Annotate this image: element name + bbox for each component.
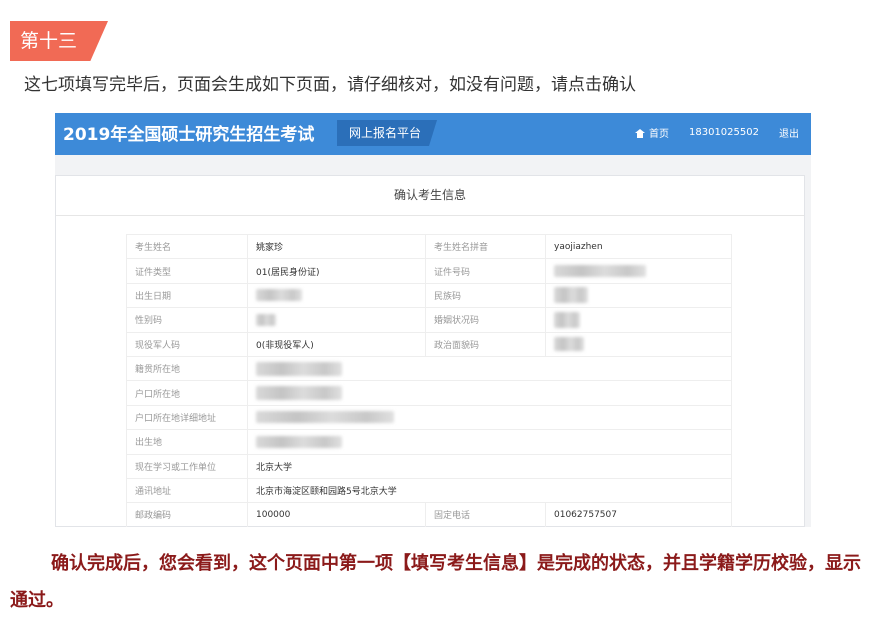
table-row: 籍贯所在地	[126, 355, 732, 382]
site-header: 2019年全国硕士研究生招生考试 网上报名平台 首页 18301025502 退…	[55, 113, 811, 155]
field-value-redacted	[247, 380, 732, 406]
field-label: 籍贯所在地	[126, 355, 248, 382]
registration-screenshot: 2019年全国硕士研究生招生考试 网上报名平台 首页 18301025502 退…	[55, 113, 811, 527]
redaction-blur	[256, 411, 394, 424]
redaction-blur	[554, 287, 588, 304]
step-badge: 第十三	[10, 21, 108, 61]
field-label: 现役军人码	[126, 331, 248, 357]
field-value: 100000	[247, 502, 426, 527]
field-value: 姚家珍	[247, 233, 426, 260]
redaction-blur	[256, 386, 342, 401]
field-label: 现在学习或工作单位	[126, 453, 248, 479]
field-label: 民族码	[425, 282, 546, 309]
field-label: 邮政编码	[126, 502, 248, 527]
field-value: 01062757507	[545, 502, 732, 527]
home-icon	[635, 129, 645, 138]
header-nav: 首页 18301025502 退出	[635, 125, 799, 140]
field-label: 通讯地址	[126, 477, 248, 504]
field-label: 户口所在地	[126, 380, 248, 406]
redaction-blur	[554, 311, 580, 328]
table-row: 现在学习或工作单位 北京大学	[126, 453, 732, 479]
field-label: 考生姓名拼音	[425, 233, 546, 260]
table-row: 通讯地址 北京市海淀区颐和园路5号北京大学	[126, 477, 732, 504]
field-label: 固定电话	[425, 502, 546, 527]
table-row: 出生地	[126, 429, 732, 455]
field-value-redacted	[247, 307, 426, 333]
conclusion-text: 确认完成后，您会看到，这个页面中第一项【填写考生信息】是完成的状态，并且学籍学历…	[10, 553, 861, 611]
field-value-redacted	[247, 404, 732, 431]
redaction-blur	[554, 337, 584, 352]
table-row: 证件类型 01(居民身份证) 证件号码	[126, 258, 732, 284]
field-label: 婚姻状况码	[425, 307, 546, 333]
field-value-redacted	[545, 258, 732, 284]
field-value: 01(居民身份证)	[247, 258, 426, 284]
field-value: 北京市海淀区颐和园路5号北京大学	[247, 477, 732, 504]
field-label: 证件类型	[126, 258, 248, 284]
platform-tag: 网上报名平台	[337, 120, 438, 146]
field-value-redacted	[545, 282, 732, 309]
intro-text: 这七项填写完毕后，页面会生成如下页面，请仔细核对，如没有问题，请点击确认	[24, 75, 636, 95]
home-link[interactable]: 首页	[635, 125, 669, 140]
field-value-redacted	[545, 331, 732, 357]
home-label: 首页	[649, 129, 669, 140]
field-value: 0(非现役军人)	[247, 331, 426, 357]
table-row: 考生姓名 姚家珍 考生姓名拼音 yaojiazhen	[126, 233, 732, 260]
field-label: 政治面貌码	[425, 331, 546, 357]
field-value-redacted	[545, 307, 732, 333]
field-label: 性别码	[126, 307, 248, 333]
redaction-blur	[554, 265, 646, 278]
field-value-redacted	[247, 429, 732, 455]
field-label: 出生地	[126, 429, 248, 455]
confirm-info-panel: 确认考生信息 考生姓名 姚家珍 考生姓名拼音 yaojiazhen 证件类型 0…	[55, 175, 805, 527]
redaction-blur	[256, 435, 342, 448]
redaction-blur	[256, 313, 276, 326]
candidate-info-table: 考生姓名 姚家珍 考生姓名拼音 yaojiazhen 证件类型 01(居民身份证…	[126, 233, 732, 527]
redaction-blur	[256, 289, 302, 302]
site-title: 2019年全国硕士研究生招生考试	[63, 125, 315, 145]
field-value: yaojiazhen	[545, 233, 732, 260]
user-phone: 18301025502	[689, 127, 759, 138]
field-label: 户口所在地详细地址	[126, 404, 248, 431]
table-row: 现役军人码 0(非现役军人) 政治面貌码	[126, 331, 732, 357]
field-label: 出生日期	[126, 282, 248, 309]
redaction-blur	[256, 361, 342, 376]
table-row: 性别码 婚姻状况码	[126, 307, 732, 333]
field-label: 考生姓名	[126, 233, 248, 260]
field-value-redacted	[247, 282, 426, 309]
table-row: 邮政编码 100000 固定电话 01062757507	[126, 502, 732, 527]
logout-link[interactable]: 退出	[779, 125, 799, 140]
table-row: 出生日期 民族码	[126, 282, 732, 309]
panel-title: 确认考生信息	[56, 176, 804, 216]
field-value-redacted	[247, 355, 732, 382]
table-row: 户口所在地详细地址	[126, 404, 732, 431]
field-value: 北京大学	[247, 453, 732, 479]
field-label: 证件号码	[425, 258, 546, 284]
table-row: 户口所在地	[126, 380, 732, 406]
